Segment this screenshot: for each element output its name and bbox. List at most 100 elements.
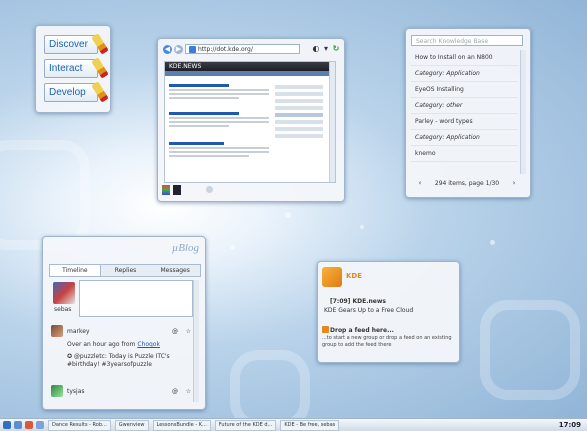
url-text: http://dot.kde.org/ — [198, 46, 253, 53]
knowledge-base-widget: Search Knowledge Base How to Install on … — [405, 28, 531, 198]
tab-replies[interactable]: Replies — [101, 265, 151, 276]
prev-page-button[interactable]: ‹ — [415, 176, 425, 191]
favorite-icon[interactable]: ☆ — [186, 328, 191, 335]
list-item: tysjas @ ☆ — [51, 385, 191, 403]
microblog-logo: µBlog — [171, 242, 199, 254]
article-title-bar — [169, 84, 229, 87]
taskbar-item[interactable]: Future of the KDE d... — [214, 419, 277, 431]
reply-icon[interactable]: @ — [172, 328, 178, 335]
taskbar-item[interactable]: Gwenview — [114, 419, 149, 431]
clock[interactable]: 17:09 — [559, 421, 581, 429]
browser-status-bar — [162, 184, 312, 196]
knowledge-base-pager: ‹ 294 items, page 1/30 › — [411, 176, 523, 191]
post-actions: @ ☆ — [172, 388, 191, 395]
launcher-icon[interactable] — [25, 421, 33, 429]
web-browser-widget: ◀ ▶ http://dot.kde.org/ ◐ ▾ ↻ KDE.NEWS — [157, 38, 345, 202]
kde-menu-icon[interactable] — [3, 421, 11, 429]
wallpaper-dot — [360, 225, 364, 229]
site-nav-bar — [165, 71, 335, 76]
avatar — [51, 385, 63, 397]
feed-icon — [322, 326, 329, 333]
discover-button[interactable]: Discover — [44, 33, 109, 55]
list-item[interactable]: EyeOS Installing — [411, 82, 518, 98]
post-time: Over an hour ago from — [67, 341, 136, 348]
develop-button[interactable]: Develop — [44, 81, 109, 103]
browser-toolbar: ◀ ▶ http://dot.kde.org/ ◐ ▾ ↻ — [161, 44, 341, 56]
dropdown-icon[interactable]: ▾ — [321, 44, 331, 54]
taskbar-item[interactable]: KDE - Be free, sebas — [280, 419, 340, 431]
tab-timeline[interactable]: Timeline — [50, 265, 101, 276]
site-sidebar — [275, 82, 323, 178]
bookmark-icon[interactable]: ◐ — [311, 44, 321, 54]
post-source-link[interactable]: Choqok — [137, 341, 160, 348]
launcher-icon[interactable] — [14, 421, 22, 429]
next-page-button[interactable]: › — [509, 176, 519, 191]
article-preview — [169, 84, 269, 99]
status-icon — [173, 185, 181, 195]
pager-icon[interactable] — [36, 421, 44, 429]
web-page-view[interactable]: KDE.NEWS — [164, 61, 336, 183]
reply-icon[interactable]: @ — [172, 388, 178, 395]
wallpaper-dot — [490, 240, 495, 245]
list-item[interactable]: How to Install on an N800 — [411, 50, 518, 66]
forward-arrow-icon[interactable]: ▶ — [174, 45, 183, 54]
article-title-bar — [169, 112, 239, 115]
article-preview — [169, 112, 269, 127]
page-scrollbar[interactable] — [329, 62, 335, 182]
news-logo: KDE — [346, 272, 363, 280]
interact-button[interactable]: Interact — [44, 57, 109, 79]
rss-feed-icon — [322, 267, 342, 287]
favorite-icon[interactable]: ☆ — [186, 388, 191, 395]
interact-label: Interact — [49, 63, 83, 74]
microblog-widget: µBlog Timeline Replies Messages sebas ma… — [42, 236, 206, 410]
wallpaper-dot — [230, 245, 235, 250]
avatar — [53, 282, 75, 304]
article-title-bar — [169, 142, 224, 145]
taskbar-item[interactable]: Dance Results - Rob... — [48, 419, 111, 431]
list-item: Category: Application — [411, 66, 518, 82]
compose-input[interactable] — [79, 280, 193, 317]
list-item[interactable]: knemo — [411, 146, 518, 162]
loading-indicator — [206, 186, 213, 193]
post-text: ✪ @puzzletc: Today is Puzzle ITC's #birt… — [67, 353, 170, 368]
pencil-icon — [91, 57, 109, 79]
post-author[interactable]: markey — [67, 328, 90, 335]
wallpaper-ring — [480, 300, 580, 400]
knowledge-base-list: How to Install on an N800 Category: Appl… — [411, 50, 518, 180]
drop-feed-hint: ...to start a new group or drop a feed o… — [322, 335, 452, 348]
status-icon — [162, 185, 170, 195]
taskbar-panel: Dance Results - Rob... Gwenview LessonsB… — [0, 418, 587, 431]
pager-text: 294 items, page 1/30 — [434, 180, 500, 187]
develop-label: Develop — [49, 87, 86, 98]
news-source: [7:09] KDE.news — [330, 298, 386, 305]
own-username: sebas — [54, 306, 72, 313]
news-headline[interactable]: KDE Gears Up to a Free Cloud — [324, 307, 454, 314]
avatar — [51, 325, 63, 337]
url-field[interactable]: http://dot.kde.org/ — [185, 44, 300, 54]
list-item[interactable]: Parley - word types — [411, 114, 518, 130]
list-item: Category: Application — [411, 130, 518, 146]
knowledge-base-scrollbar[interactable] — [520, 50, 526, 174]
list-item: markey @ ☆ Over an hour ago from Choqok … — [51, 325, 191, 381]
news-widget: KDE [7:09] KDE.news KDE Gears Up to a Fr… — [317, 261, 460, 363]
pencil-icon — [91, 33, 109, 55]
launcher-widget: Discover Interact Develop — [35, 25, 111, 113]
microblog-scrollbar[interactable] — [193, 280, 199, 402]
tab-messages[interactable]: Messages — [150, 265, 200, 276]
back-arrow-icon[interactable]: ◀ — [163, 45, 172, 54]
wallpaper-ring — [0, 140, 90, 250]
knowledge-base-search-input[interactable]: Search Knowledge Base — [411, 35, 523, 46]
post-actions: @ ☆ — [172, 328, 191, 335]
search-placeholder: Search Knowledge Base — [416, 38, 489, 45]
page-icon — [189, 46, 196, 53]
site-banner: KDE.NEWS — [165, 62, 335, 71]
article-preview — [169, 142, 269, 157]
wallpaper-dot — [285, 212, 291, 218]
discover-label: Discover — [49, 39, 88, 50]
post-author[interactable]: tysjas — [67, 388, 85, 395]
pencil-icon — [91, 81, 109, 103]
taskbar-item[interactable]: LessonsBundle - K... — [152, 419, 211, 431]
post-body: Over an hour ago from Choqok ✪ @puzzletc… — [67, 341, 187, 369]
microblog-tabs: Timeline Replies Messages — [49, 264, 201, 277]
reload-icon[interactable]: ↻ — [331, 44, 341, 54]
